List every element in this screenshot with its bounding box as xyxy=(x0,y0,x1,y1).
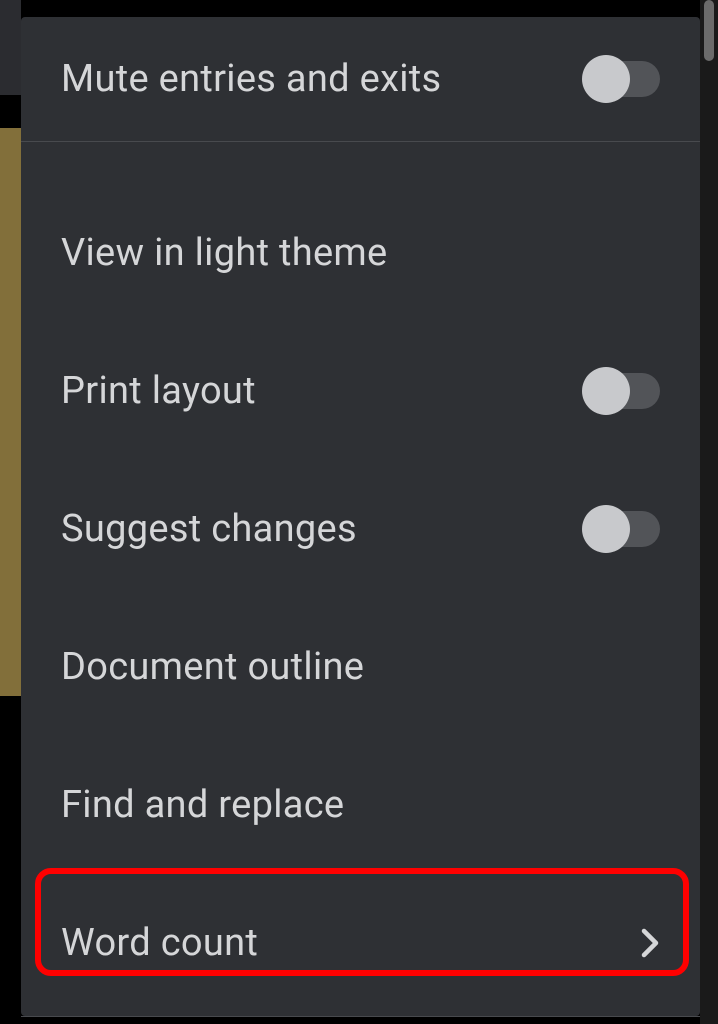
word-count-label: Word count xyxy=(61,921,258,965)
options-menu-panel: Mute entries and exits View in light the… xyxy=(21,17,700,1016)
menu-item-print-layout[interactable]: Print layout xyxy=(21,322,700,460)
toggle-thumb xyxy=(582,505,630,553)
chevron-right-icon xyxy=(640,933,660,953)
view-section: View in light theme Print layout Suggest… xyxy=(21,142,700,1012)
toggle-thumb xyxy=(582,55,630,103)
find-replace-label: Find and replace xyxy=(61,783,344,827)
menu-item-find-replace[interactable]: Find and replace xyxy=(21,736,700,874)
bg-partial-tan xyxy=(0,128,21,696)
print-layout-label: Print layout xyxy=(61,369,256,413)
menu-item-mute-entries[interactable]: Mute entries and exits xyxy=(21,17,700,141)
toggle-thumb xyxy=(582,367,630,415)
menu-item-suggest-changes[interactable]: Suggest changes xyxy=(21,460,700,598)
light-theme-label: View in light theme xyxy=(61,231,388,275)
mute-entries-toggle[interactable] xyxy=(584,61,660,97)
bg-partial-text xyxy=(0,700,21,1024)
menu-item-word-count[interactable]: Word count xyxy=(21,874,700,1012)
menu-item-light-theme[interactable]: View in light theme xyxy=(21,184,700,322)
suggest-changes-label: Suggest changes xyxy=(61,507,357,551)
divider xyxy=(21,1016,700,1017)
bg-partial-top xyxy=(0,0,21,95)
menu-item-document-outline[interactable]: Document outline xyxy=(21,598,700,736)
document-outline-label: Document outline xyxy=(61,645,364,689)
mute-entries-label: Mute entries and exits xyxy=(61,57,441,101)
print-layout-toggle[interactable] xyxy=(584,373,660,409)
scrollbar[interactable] xyxy=(700,0,718,1024)
suggest-changes-toggle[interactable] xyxy=(584,511,660,547)
scrollbar-thumb[interactable] xyxy=(704,0,714,61)
